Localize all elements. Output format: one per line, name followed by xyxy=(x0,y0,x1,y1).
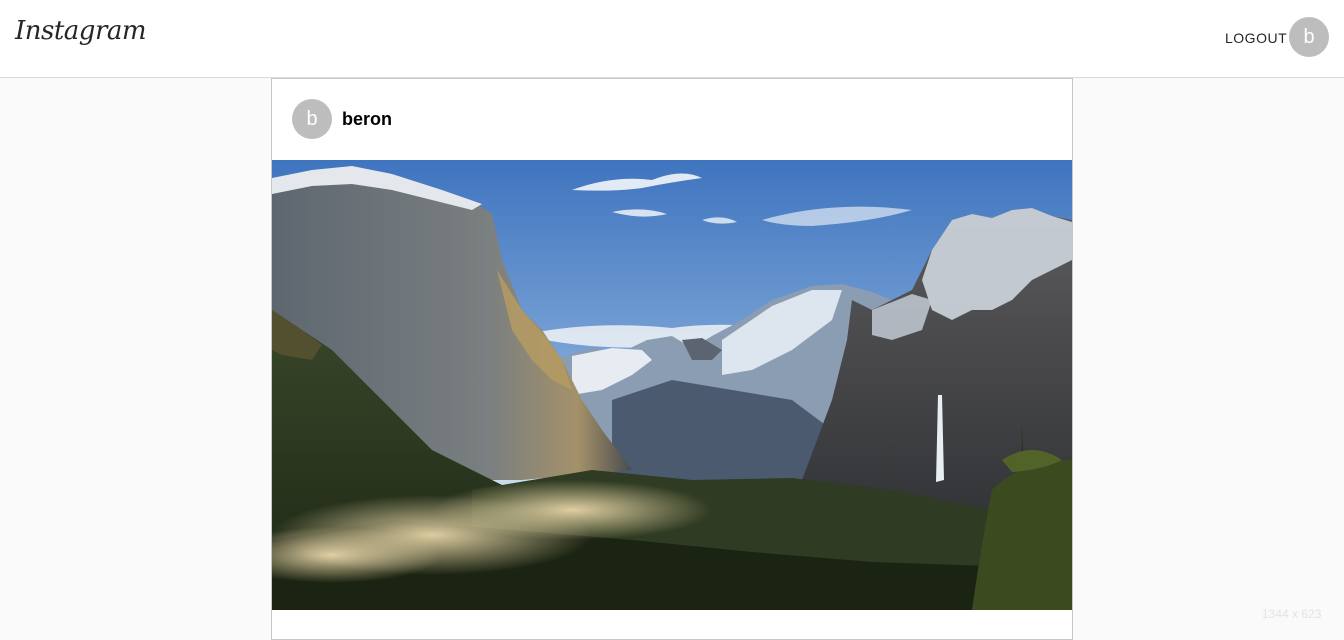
header-avatar[interactable]: b xyxy=(1289,17,1329,57)
post-author-avatar[interactable]: b xyxy=(292,99,332,139)
post-card: b beron xyxy=(271,78,1073,640)
post-header: b beron xyxy=(272,79,1072,160)
post-username[interactable]: beron xyxy=(342,109,392,130)
post-image[interactable] xyxy=(272,160,1072,610)
top-nav-bar: Instagram LOGOUT b xyxy=(0,0,1344,78)
instagram-logo[interactable]: Instagram xyxy=(15,16,147,46)
landscape-image-icon xyxy=(272,160,1072,610)
logout-button[interactable]: LOGOUT xyxy=(1218,28,1294,48)
dimensions-watermark: 1344 x 623 xyxy=(1262,607,1322,621)
